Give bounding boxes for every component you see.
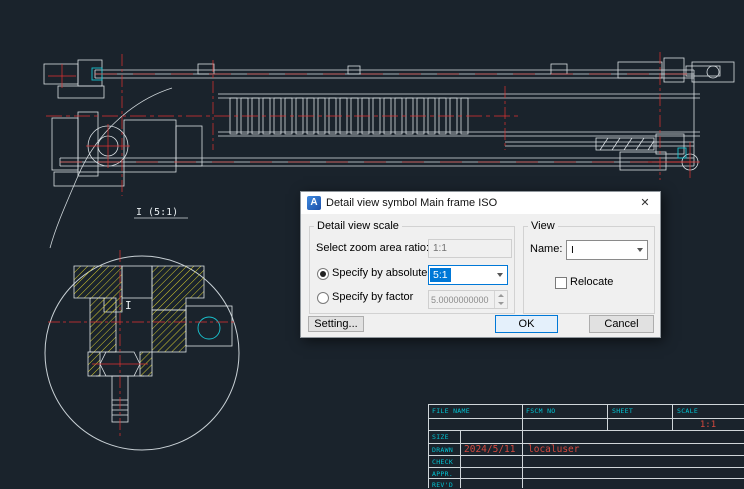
chevron-down-icon[interactable]: [492, 266, 507, 284]
size-label: SIZE: [432, 433, 449, 441]
appr-label: APPR.: [432, 470, 453, 478]
absolute-value-combo[interactable]: 5:1: [428, 265, 508, 285]
ok-button[interactable]: OK: [495, 315, 558, 333]
absolute-value: 5:1: [430, 268, 451, 282]
zoom-ratio-value-field: 1:1: [428, 239, 512, 258]
spin-down-icon[interactable]: [495, 300, 507, 309]
zoom-ratio-value: 1:1: [433, 243, 447, 254]
specify-absolute-label: Specify by absolute: [332, 267, 427, 279]
zoom-ratio-label: Select zoom area ratio:: [316, 242, 429, 254]
chevron-down-icon[interactable]: [632, 241, 647, 259]
section-letter-label: I: [125, 299, 132, 312]
drawn-by: localuser: [528, 444, 579, 455]
detail-view-label: I (5:1): [136, 207, 178, 218]
spinner-buttons[interactable]: [494, 291, 507, 308]
factor-value: 5.0000000000: [429, 295, 489, 305]
setting-button[interactable]: Setting...: [308, 316, 364, 332]
specify-factor-label: Specify by factor: [332, 291, 413, 303]
factor-value-spinner: 5.0000000000: [428, 290, 508, 309]
detail-view-symbol-dialog: A Detail view symbol Main frame ISO ✕ De…: [300, 191, 661, 338]
sheet-label: SHEET: [612, 407, 633, 415]
scale-label: SCALE: [677, 407, 698, 415]
scale-value: 1:1: [672, 420, 744, 430]
view-group: View Name: I Relocate: [523, 220, 655, 314]
specify-absolute-radio[interactable]: [317, 268, 329, 280]
relocate-label: Relocate: [570, 276, 613, 288]
fscm-no-label: FSCM NO: [526, 407, 556, 415]
title-block: FILE NAME FSCM NO SHEET SCALE 1:1 SIZE D…: [428, 404, 744, 488]
dialog-titlebar[interactable]: A Detail view symbol Main frame ISO ✕: [301, 192, 660, 214]
cad-viewport[interactable]: I (5:1) I A Detail view symbol Main fram…: [0, 0, 744, 488]
app-icon: A: [307, 196, 321, 210]
view-legend: View: [528, 220, 558, 232]
detail-view-scale-legend: Detail view scale: [314, 220, 402, 232]
view-name-value: I: [568, 243, 577, 257]
relocate-checkbox[interactable]: [555, 277, 567, 289]
view-name-label: Name:: [530, 243, 562, 255]
detail-view-scale-group: Detail view scale Select zoom area ratio…: [309, 220, 515, 314]
specify-factor-radio[interactable]: [317, 292, 329, 304]
check-label: CHECK: [432, 458, 453, 466]
file-name-label: FILE NAME: [432, 407, 470, 415]
view-name-combo[interactable]: I: [566, 240, 648, 260]
drawn-label: DRAWN: [432, 446, 453, 454]
cancel-button[interactable]: Cancel: [589, 315, 654, 333]
dialog-title: Detail view symbol Main frame ISO: [326, 197, 630, 209]
section-hatch: [74, 266, 204, 376]
spin-up-icon[interactable]: [495, 291, 507, 300]
drawn-date: 2024/5/11: [464, 444, 515, 455]
close-icon[interactable]: ✕: [630, 192, 660, 214]
